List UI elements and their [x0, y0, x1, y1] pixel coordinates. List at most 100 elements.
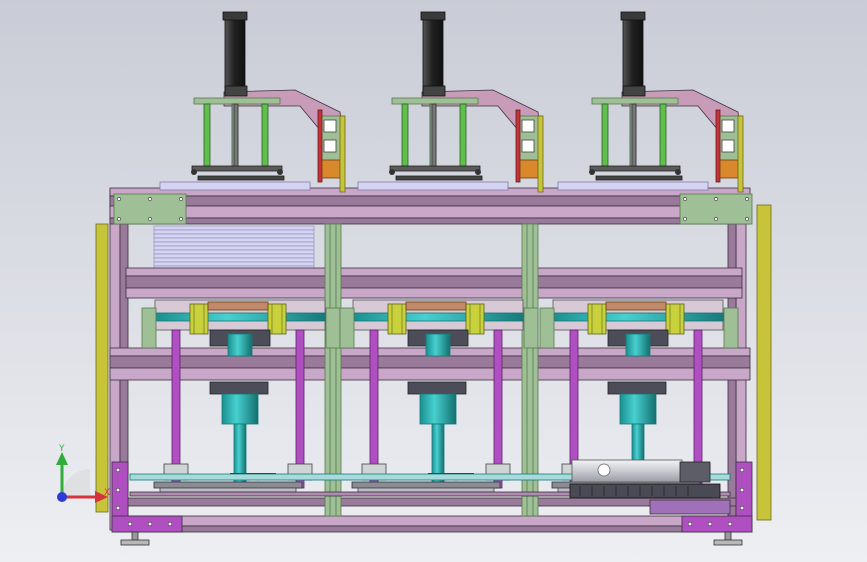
bolt-hole [115, 505, 121, 511]
pressing-plate [557, 181, 709, 191]
spindle-mount [407, 381, 467, 395]
bolt-hole [148, 217, 152, 221]
guide-rod [459, 103, 467, 167]
top-beam-edge [109, 217, 751, 225]
cylinder-cap [420, 11, 446, 21]
drive-motor [571, 459, 683, 483]
clamp-bar [197, 175, 285, 181]
spindle-mount [209, 381, 269, 395]
bearing-block [141, 307, 157, 349]
brake-pad [405, 301, 467, 311]
bracket-red-strip [515, 109, 521, 183]
pressing-plate [357, 181, 509, 191]
spindle-body [419, 393, 457, 425]
cylinder-cap [620, 11, 646, 21]
bolt-hole [739, 487, 745, 493]
mid-beam-2-lower [109, 367, 751, 381]
sheet-stack-layer [153, 237, 315, 243]
bolt-hole [115, 487, 121, 493]
bracket-window [721, 139, 735, 153]
spindle-upper [625, 333, 651, 357]
bolt-hole [739, 467, 745, 473]
roller [387, 303, 407, 335]
bearing-block [325, 307, 341, 349]
bottom-right-corner-plate [681, 515, 753, 533]
spindle-body [221, 393, 259, 425]
sheet-stack-layer [153, 249, 315, 255]
clamp-knob [675, 169, 681, 175]
sheet-stack-layer [153, 261, 315, 267]
y-axis-label: Y [58, 444, 65, 454]
guide-rod [659, 103, 667, 167]
brake-pad [207, 301, 269, 311]
bolt-hole [167, 521, 173, 527]
bracket-window [521, 139, 535, 153]
assembly-drawing: Y X [0, 0, 867, 562]
bracket-orange-block [519, 159, 539, 179]
clamp-knob [589, 169, 595, 175]
lower-crossbar [389, 165, 481, 172]
top-crossbar [391, 97, 479, 105]
clamp-knob [191, 169, 197, 175]
cylinder-base [622, 85, 646, 97]
mid-beam-2-face [109, 355, 751, 369]
bracket-window [721, 119, 735, 133]
spindle-upper [425, 333, 451, 357]
bracket-yellow-rail [737, 115, 744, 193]
bolt-hole [727, 521, 733, 527]
foot-stem-1 [131, 531, 139, 541]
bolt-hole [117, 197, 121, 201]
clamp-knob [277, 169, 283, 175]
sheet-stack-layer [153, 245, 315, 251]
roller [465, 303, 485, 335]
brake-pad [605, 301, 667, 311]
lower-crossbar [191, 165, 283, 172]
top-beam-face [109, 195, 751, 207]
bolt-hole [739, 505, 745, 511]
bearing-block [539, 307, 555, 349]
foot-pad-2 [713, 539, 743, 546]
roller [665, 303, 685, 335]
foot-pad-1 [120, 539, 150, 546]
spindle-mount [607, 381, 667, 395]
clamp-bar [395, 175, 483, 181]
bracket-orange-block [719, 159, 739, 179]
bearing-block [339, 307, 355, 349]
spindle-upper [227, 333, 253, 357]
cylinder-cap [222, 11, 248, 21]
pressing-plate [159, 181, 311, 191]
foot-stem-2 [724, 531, 732, 541]
cylinder-base [224, 85, 248, 97]
sheet-stack-layer [153, 257, 315, 263]
horizontal-shaft [154, 312, 336, 322]
horizontal-shaft [552, 312, 734, 322]
guide-rod [261, 103, 269, 167]
mid-beam-1-lower [125, 287, 743, 299]
bolt-hole [127, 521, 133, 527]
bracket-orange-block [321, 159, 341, 179]
lower-platform-edge [357, 487, 495, 493]
motor-end-cap [679, 461, 711, 483]
clamp-knob [475, 169, 481, 175]
cad-viewport[interactable]: Y X [0, 0, 867, 562]
lower-platform [351, 481, 501, 489]
top-crossbar [591, 97, 679, 105]
top-crossbar [193, 97, 281, 105]
clamp-knob [389, 169, 395, 175]
bottom-beam-upper [125, 497, 743, 507]
sheet-stack-layer [153, 253, 315, 259]
air-cylinder [422, 13, 444, 95]
clamp-bar [595, 175, 683, 181]
bracket-red-strip [715, 109, 721, 183]
guide-rod [203, 103, 211, 167]
bolt-hole [117, 217, 121, 221]
guide-rod [401, 103, 409, 167]
roller [189, 303, 209, 335]
bearing-block [723, 307, 739, 349]
bolt-hole [687, 521, 693, 527]
piston-rod [431, 103, 437, 171]
bolt-hole [147, 521, 153, 527]
bracket-window [323, 119, 337, 133]
bracket-red-strip [317, 109, 323, 183]
bracket-yellow-rail [339, 115, 346, 193]
